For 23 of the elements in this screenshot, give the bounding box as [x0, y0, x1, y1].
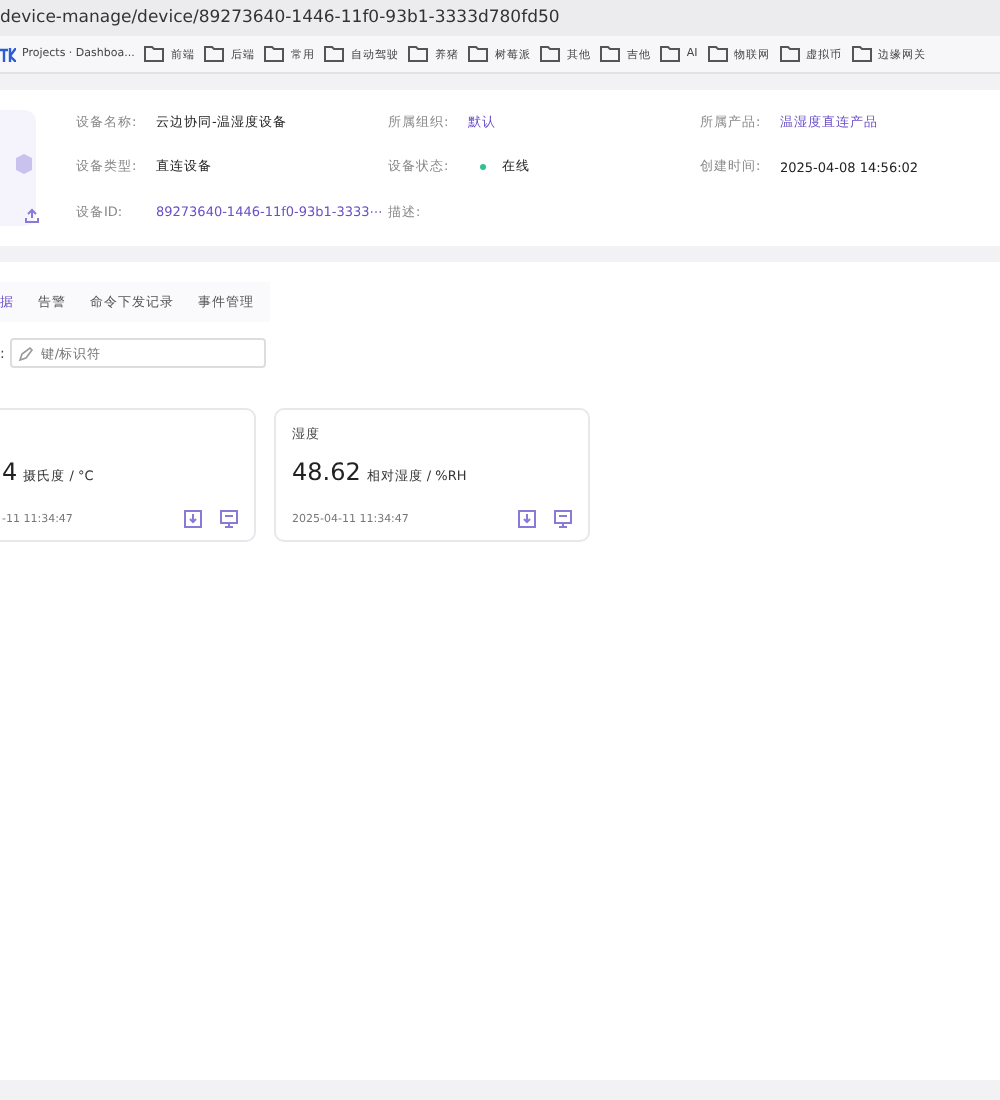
folder-icon: [540, 46, 561, 62]
cube-icon: [16, 154, 32, 174]
monitor-icon[interactable]: [220, 510, 238, 528]
folder-icon: [707, 46, 728, 62]
folder-icon: [779, 46, 800, 62]
metric-value: 4: [2, 458, 18, 486]
monitor-icon[interactable]: [554, 510, 572, 528]
folder-icon: [264, 46, 285, 62]
folder-icon: [408, 46, 429, 62]
folder-icon: [144, 46, 165, 62]
folder-icon: [468, 46, 489, 62]
download-icon[interactable]: [184, 510, 202, 528]
folder-icon: [660, 46, 681, 62]
folder-icon: [204, 46, 225, 62]
upload-icon: [24, 208, 40, 224]
folder-icon: [851, 46, 872, 62]
logo-icon: [0, 47, 16, 61]
download-icon[interactable]: [518, 510, 536, 528]
metric-value: 48.62: [292, 458, 361, 486]
folder-icon: [600, 46, 621, 62]
address-bar[interactable]: device-manage/device/89273640-1446-11f0-93b1-3333d780fd50: [0, 0, 1000, 36]
pencil-icon: [18, 345, 35, 361]
folder-icon: [324, 46, 345, 62]
